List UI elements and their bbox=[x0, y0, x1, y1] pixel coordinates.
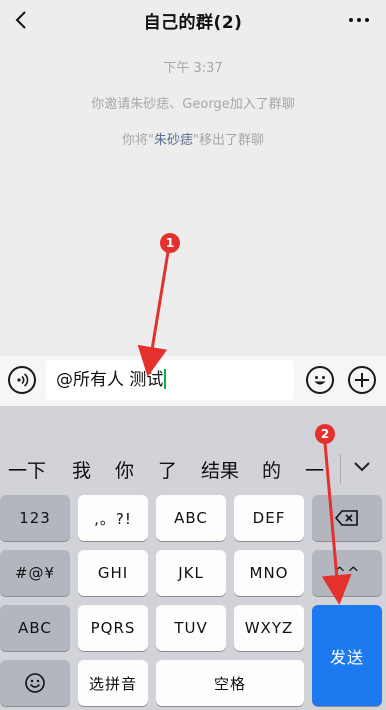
invite-system-message: 你邀请朱砂痣、George加入了群聊 bbox=[91, 97, 295, 112]
key-wxyz[interactable]: WXYZ bbox=[234, 605, 304, 651]
candidate-item[interactable]: 你 bbox=[115, 456, 134, 483]
candidate-item[interactable]: 了 bbox=[158, 456, 177, 483]
key-pqrs[interactable]: PQRS bbox=[78, 605, 148, 651]
space-key[interactable]: 空格 bbox=[156, 660, 304, 706]
input-bar: @所有人 测试 bbox=[0, 356, 386, 406]
key-def[interactable]: DEF bbox=[234, 495, 304, 541]
annotation-badge-1: 1 bbox=[160, 233, 180, 253]
emoji-icon bbox=[314, 376, 326, 385]
key-punct[interactable]: ,。?! bbox=[78, 495, 148, 541]
message-list: 下午 3:37 你邀请朱砂痣、George加入了群聊 你将"朱砂痣"移出了群聊 bbox=[0, 40, 386, 356]
text-caret bbox=[164, 369, 167, 389]
key-tuv[interactable]: TUV bbox=[156, 605, 226, 651]
key-jkl[interactable]: JKL bbox=[156, 550, 226, 596]
chat-title: 自己的群(2) bbox=[143, 12, 243, 33]
key-emoticon[interactable]: ^^ bbox=[312, 550, 382, 596]
candidate-bar: 一下 我 你 了 结果 的 一 bbox=[0, 446, 386, 490]
key-abc[interactable]: ABC bbox=[156, 495, 226, 541]
key-abc-switch[interactable]: ABC bbox=[0, 605, 70, 651]
plus-button[interactable] bbox=[348, 366, 376, 394]
candidate-item[interactable]: 一 bbox=[305, 456, 324, 483]
remove-prefix: 你将" bbox=[122, 133, 154, 148]
back-arrow-icon[interactable] bbox=[10, 6, 34, 34]
plus-icon bbox=[355, 373, 369, 387]
key-symbols[interactable]: #@¥ bbox=[0, 550, 70, 596]
key-mno[interactable]: MNO bbox=[234, 550, 304, 596]
backspace-key[interactable] bbox=[312, 495, 382, 541]
timestamp: 下午 3:37 bbox=[163, 61, 223, 76]
keyboard: 123 ,。?! ABC DEF #@¥ GHI JKL MNO ^^ ABC … bbox=[0, 490, 386, 710]
key-ghi[interactable]: GHI bbox=[78, 550, 148, 596]
key-123[interactable]: 123 bbox=[0, 495, 70, 541]
voice-icon bbox=[17, 373, 29, 387]
annotation-badge-2: 2 bbox=[315, 424, 335, 444]
collapse-icon[interactable] bbox=[352, 458, 372, 476]
chat-header: 自己的群(2) bbox=[0, 0, 386, 40]
removed-member-link[interactable]: 朱砂痣 bbox=[154, 133, 193, 148]
backspace-icon bbox=[334, 510, 358, 526]
send-button[interactable]: 发送 bbox=[312, 605, 382, 706]
candidate-divider bbox=[340, 454, 341, 484]
more-icon[interactable] bbox=[346, 8, 372, 32]
remove-suffix: "移出了群聊 bbox=[193, 133, 264, 148]
emoji-key[interactable] bbox=[0, 660, 70, 706]
message-input-text: @所有人 测试 bbox=[56, 370, 164, 390]
emoji-key-icon bbox=[25, 673, 45, 693]
voice-button[interactable] bbox=[8, 366, 36, 394]
candidate-item[interactable]: 我 bbox=[72, 456, 91, 483]
key-select-pinyin[interactable]: 选拼音 bbox=[78, 660, 148, 706]
candidate-item[interactable]: 一下 bbox=[8, 456, 46, 483]
message-input[interactable]: @所有人 测试 bbox=[46, 360, 294, 400]
emoji-button[interactable] bbox=[306, 366, 334, 394]
remove-system-message: 你将"朱砂痣"移出了群聊 bbox=[0, 129, 386, 148]
candidate-item[interactable]: 的 bbox=[262, 456, 281, 483]
candidate-item[interactable]: 结果 bbox=[201, 456, 239, 483]
